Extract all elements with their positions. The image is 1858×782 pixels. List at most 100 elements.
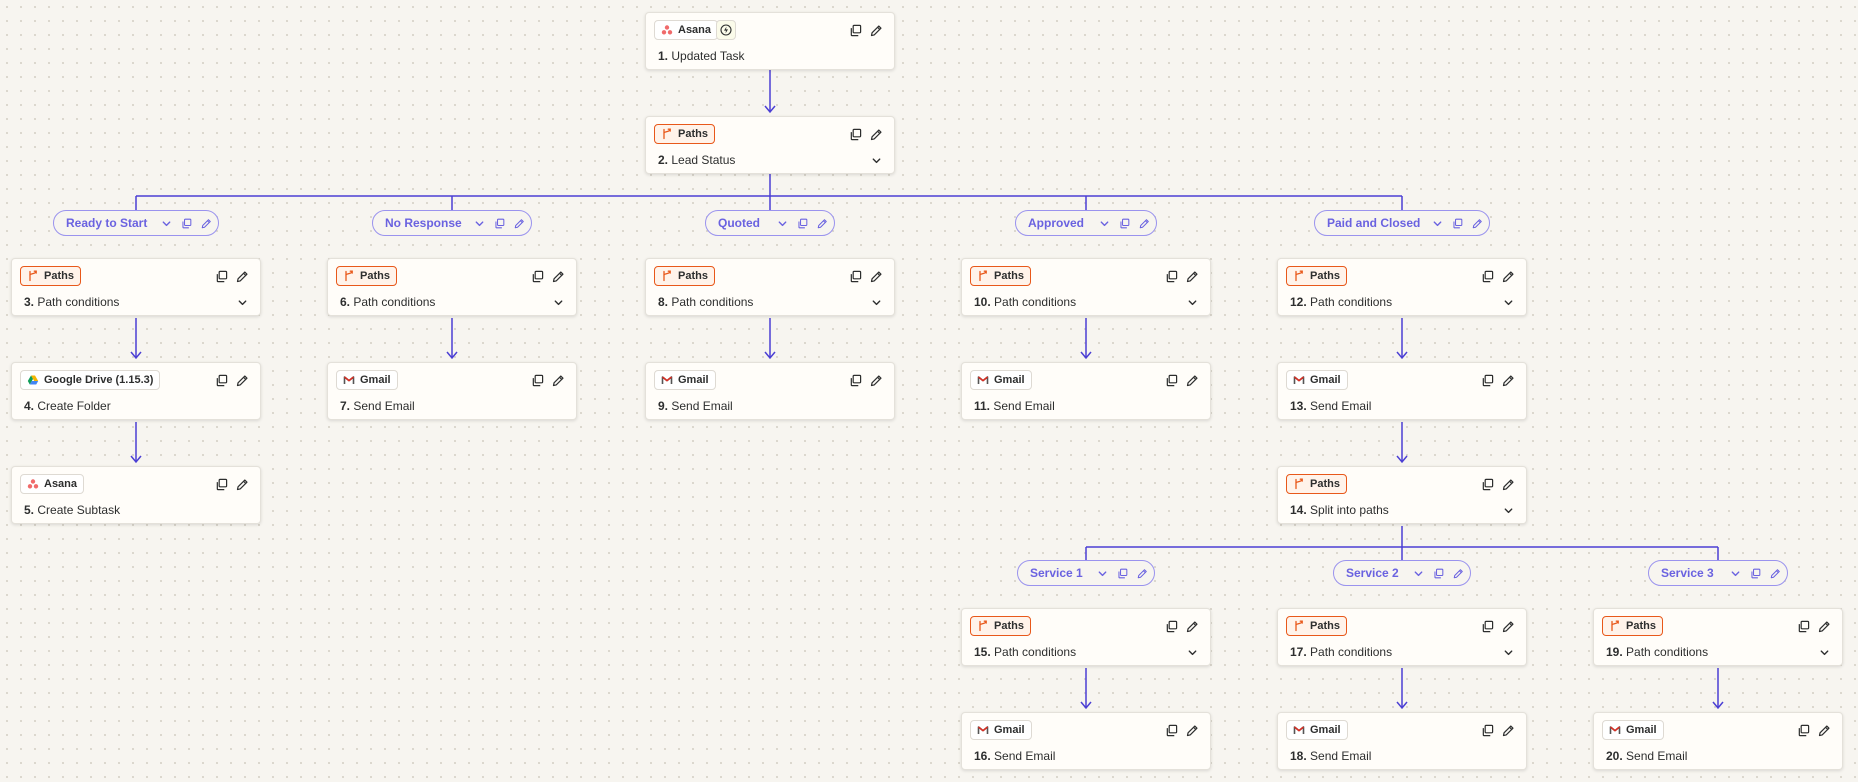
- copy-icon[interactable]: [491, 215, 507, 231]
- step-card-1[interactable]: Asana 1. Updated Task: [645, 12, 895, 70]
- copy-icon[interactable]: [1430, 565, 1446, 581]
- edit-icon[interactable]: [1499, 267, 1517, 285]
- step-card-4[interactable]: Google Drive (1.15.3) 4. Create Folder: [11, 362, 261, 420]
- copy-icon[interactable]: [1794, 617, 1812, 635]
- copy-icon[interactable]: [1747, 565, 1763, 581]
- edit-icon[interactable]: [1134, 565, 1150, 581]
- edit-icon[interactable]: [549, 371, 567, 389]
- copy-icon[interactable]: [1162, 617, 1180, 635]
- edit-icon[interactable]: [1183, 371, 1201, 389]
- edit-icon[interactable]: [867, 125, 885, 143]
- edit-icon[interactable]: [549, 267, 567, 285]
- edit-icon[interactable]: [233, 267, 251, 285]
- edit-icon[interactable]: [1499, 617, 1517, 635]
- path-label-5[interactable]: Paid and Closed: [1314, 210, 1490, 236]
- path-label-4[interactable]: Approved: [1015, 210, 1157, 236]
- copy-icon[interactable]: [846, 267, 864, 285]
- step-card-12[interactable]: Paths 12. Path conditions: [1277, 258, 1527, 316]
- step-card-7[interactable]: Gmail 7. Send Email: [327, 362, 577, 420]
- edit-icon[interactable]: [233, 371, 251, 389]
- copy-icon[interactable]: [1794, 721, 1812, 739]
- copy-icon[interactable]: [1478, 371, 1496, 389]
- chevron-down-icon[interactable]: [1815, 643, 1833, 661]
- step-card-19[interactable]: Paths 19. Path conditions: [1593, 608, 1843, 666]
- step-card-9[interactable]: Gmail 9. Send Email: [645, 362, 895, 420]
- edit-icon[interactable]: [1469, 215, 1485, 231]
- edit-icon[interactable]: [198, 215, 214, 231]
- step-card-5[interactable]: Asana 5. Create Subtask: [11, 466, 261, 524]
- copy-icon[interactable]: [1162, 371, 1180, 389]
- copy-icon[interactable]: [1478, 721, 1496, 739]
- copy-icon[interactable]: [846, 21, 864, 39]
- copy-icon[interactable]: [1114, 565, 1130, 581]
- chevron-down-icon[interactable]: [1183, 643, 1201, 661]
- copy-icon[interactable]: [846, 371, 864, 389]
- edit-icon[interactable]: [1450, 565, 1466, 581]
- step-card-14[interactable]: Paths 14. Split into paths: [1277, 466, 1527, 524]
- path-label-7[interactable]: Service 2: [1333, 560, 1471, 586]
- step-card-2[interactable]: Paths 2. Lead Status: [645, 116, 895, 174]
- copy-icon[interactable]: [1478, 267, 1496, 285]
- copy-icon[interactable]: [1478, 475, 1496, 493]
- edit-icon[interactable]: [1815, 721, 1833, 739]
- step-card-10[interactable]: Paths 10. Path conditions: [961, 258, 1211, 316]
- edit-icon[interactable]: [867, 21, 885, 39]
- step-card-16[interactable]: Gmail 16. Send Email: [961, 712, 1211, 770]
- edit-icon[interactable]: [814, 215, 830, 231]
- step-card-15[interactable]: Paths 15. Path conditions: [961, 608, 1211, 666]
- copy-icon[interactable]: [1449, 215, 1465, 231]
- edit-icon[interactable]: [1815, 617, 1833, 635]
- chevron-down-icon[interactable]: [774, 215, 790, 231]
- copy-icon[interactable]: [846, 125, 864, 143]
- edit-icon[interactable]: [511, 215, 527, 231]
- path-label-6[interactable]: Service 1: [1017, 560, 1155, 586]
- copy-icon[interactable]: [528, 371, 546, 389]
- chevron-down-icon[interactable]: [1094, 565, 1110, 581]
- path-label-8[interactable]: Service 3: [1648, 560, 1788, 586]
- copy-icon[interactable]: [1116, 215, 1132, 231]
- edit-icon[interactable]: [1767, 565, 1783, 581]
- edit-icon[interactable]: [1499, 371, 1517, 389]
- chevron-down-icon[interactable]: [867, 151, 885, 169]
- chevron-down-icon[interactable]: [1499, 501, 1517, 519]
- chevron-down-icon[interactable]: [471, 215, 487, 231]
- chevron-down-icon[interactable]: [1096, 215, 1112, 231]
- chevron-down-icon[interactable]: [1429, 215, 1445, 231]
- copy-icon[interactable]: [1478, 617, 1496, 635]
- edit-icon[interactable]: [1183, 617, 1201, 635]
- chevron-down-icon[interactable]: [1727, 565, 1743, 581]
- edit-icon[interactable]: [233, 475, 251, 493]
- step-card-8[interactable]: Paths 8. Path conditions: [645, 258, 895, 316]
- chevron-down-icon[interactable]: [549, 293, 567, 311]
- copy-icon[interactable]: [1162, 721, 1180, 739]
- edit-icon[interactable]: [1136, 215, 1152, 231]
- chevron-down-icon[interactable]: [233, 293, 251, 311]
- copy-icon[interactable]: [212, 475, 230, 493]
- chevron-down-icon[interactable]: [1183, 293, 1201, 311]
- step-card-17[interactable]: Paths 17. Path conditions: [1277, 608, 1527, 666]
- copy-icon[interactable]: [212, 267, 230, 285]
- edit-icon[interactable]: [1499, 721, 1517, 739]
- path-label-3[interactable]: Quoted: [705, 210, 835, 236]
- chevron-down-icon[interactable]: [867, 293, 885, 311]
- step-card-6[interactable]: Paths 6. Path conditions: [327, 258, 577, 316]
- copy-icon[interactable]: [212, 371, 230, 389]
- edit-icon[interactable]: [1183, 721, 1201, 739]
- edit-icon[interactable]: [1499, 475, 1517, 493]
- path-label-2[interactable]: No Response: [372, 210, 532, 236]
- copy-icon[interactable]: [528, 267, 546, 285]
- edit-icon[interactable]: [867, 267, 885, 285]
- step-card-20[interactable]: Gmail 20. Send Email: [1593, 712, 1843, 770]
- chevron-down-icon[interactable]: [158, 215, 174, 231]
- step-card-18[interactable]: Gmail 18. Send Email: [1277, 712, 1527, 770]
- chevron-down-icon[interactable]: [1499, 643, 1517, 661]
- chevron-down-icon[interactable]: [1410, 565, 1426, 581]
- copy-icon[interactable]: [1162, 267, 1180, 285]
- step-card-3[interactable]: Paths 3. Path conditions: [11, 258, 261, 316]
- path-label-1[interactable]: Ready to Start: [53, 210, 219, 236]
- step-card-11[interactable]: Gmail 11. Send Email: [961, 362, 1211, 420]
- chevron-down-icon[interactable]: [1499, 293, 1517, 311]
- copy-icon[interactable]: [178, 215, 194, 231]
- edit-icon[interactable]: [1183, 267, 1201, 285]
- edit-icon[interactable]: [867, 371, 885, 389]
